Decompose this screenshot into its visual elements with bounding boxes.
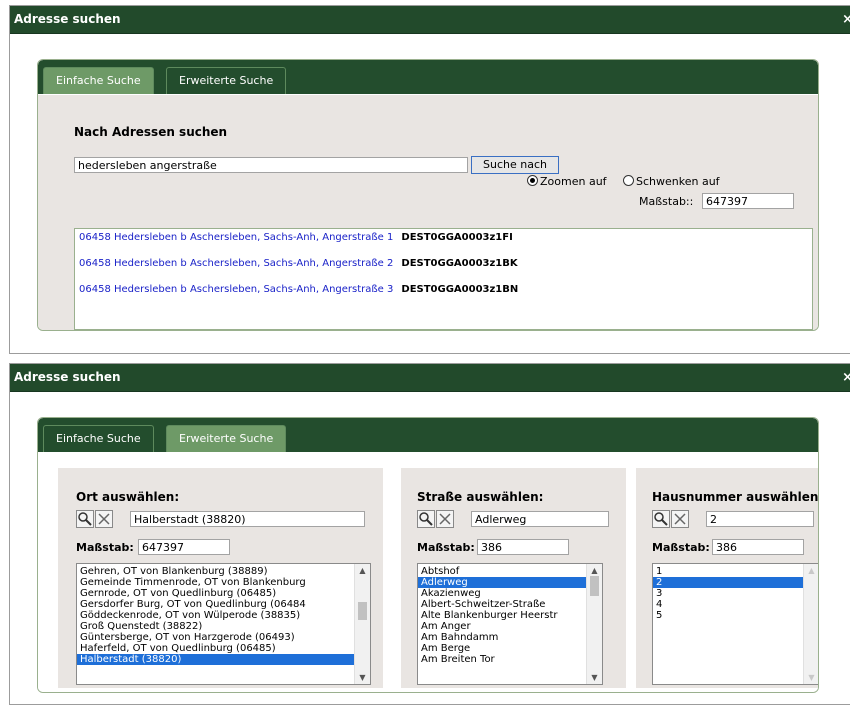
- pan-radio-label: Schwenken auf: [636, 175, 720, 188]
- hausnummer-column: Hausnummer auswählen Maßstab: 12345 ▲ ▼: [636, 468, 818, 688]
- scroll-down-icon[interactable]: ▼: [587, 673, 602, 682]
- strasse-list-item[interactable]: Am Breiten Tor: [418, 654, 602, 665]
- ort-list-item[interactable]: Groß Quenstedt (38822): [77, 621, 370, 632]
- dialog-titlebar[interactable]: Adresse suchen ×: [10, 364, 850, 392]
- result-item[interactable]: 06458 Hedersleben b Aschersleben, Sachs-…: [79, 232, 513, 243]
- ort-list-item[interactable]: Güntersberge, OT von Harzgerode (06493): [77, 632, 370, 643]
- address-search-input[interactable]: [74, 157, 468, 173]
- tab-bar: Einfache Suche Erweiterte Suche: [38, 60, 818, 94]
- hausnummer-list-item[interactable]: 4: [653, 599, 818, 610]
- hausnummer-list-item[interactable]: 3: [653, 588, 818, 599]
- ort-list-item[interactable]: Gemeinde Timmenrode, OT von Blankenburg: [77, 577, 370, 588]
- close-icon[interactable]: ×: [842, 6, 850, 33]
- hausnummer-scale-label: Maßstab:: [652, 541, 710, 554]
- result-address[interactable]: 06458 Hedersleben b Aschersleben, Sachs-…: [79, 232, 393, 243]
- result-address[interactable]: 06458 Hedersleben b Aschersleben, Sachs-…: [79, 258, 393, 269]
- scroll-up-icon[interactable]: ▲: [804, 566, 818, 575]
- result-address[interactable]: 06458 Hedersleben b Aschersleben, Sachs-…: [79, 284, 393, 295]
- ort-list-item[interactable]: Haferfeld, OT von Quedlinburg (06485): [77, 643, 370, 654]
- dialog-titlebar[interactable]: Adresse suchen ×: [10, 6, 850, 34]
- close-icon[interactable]: ×: [842, 364, 850, 391]
- ort-list-item[interactable]: Gernrode, OT von Quedlinburg (06485): [77, 588, 370, 599]
- scroll-thumb[interactable]: [358, 602, 367, 620]
- scroll-up-icon[interactable]: ▲: [355, 566, 370, 575]
- ort-list-item[interactable]: Gehren, OT von Blankenburg (38889): [77, 566, 370, 577]
- tab-einfache-suche[interactable]: Einfache Suche: [43, 425, 154, 452]
- ort-items: Gehren, OT von Blankenburg (38889) Gemein…: [77, 564, 370, 665]
- tab-bar: Einfache Suche Erweiterte Suche: [38, 418, 818, 452]
- clear-icon[interactable]: [671, 510, 689, 528]
- tab-einfache-suche[interactable]: Einfache Suche: [43, 67, 154, 94]
- strasse-list-item[interactable]: Albert-Schweitzer-Straße: [418, 599, 602, 610]
- ort-scrollbar[interactable]: ▲ ▼: [354, 564, 370, 684]
- hausnummer-list-item[interactable]: 5: [653, 610, 818, 621]
- ort-list-item[interactable]: Gersdorfer Burg, OT von Quedlinburg (064…: [77, 599, 370, 610]
- section-heading: Nach Adressen suchen: [74, 125, 228, 139]
- ort-scale-input[interactable]: [138, 539, 230, 555]
- address-search-dialog-simple: Adresse suchen × Einfache Suche Erweiter…: [9, 5, 850, 354]
- ort-list-item[interactable]: Halberstadt (38820): [77, 654, 370, 665]
- zoom-radio-label: Zoomen auf: [540, 175, 607, 188]
- search-panel: Einfache Suche Erweiterte Suche Nach Adr…: [37, 59, 819, 331]
- dialog-title: Adresse suchen: [14, 370, 121, 384]
- strasse-list-item[interactable]: Am Bahndamm: [418, 632, 602, 643]
- ort-input[interactable]: [130, 511, 365, 527]
- hausnummer-input[interactable]: [706, 511, 814, 527]
- ort-column: Ort auswählen: Maßstab: Gehren, OT von B…: [58, 468, 383, 688]
- strasse-list-item[interactable]: Am Berge: [418, 643, 602, 654]
- strasse-items: Abtshof Adlerweg Akazienweg Albert-Schweitz…: [418, 564, 602, 665]
- result-item[interactable]: 06458 Hedersleben b Aschersleben, Sachs-…: [79, 284, 518, 295]
- strasse-list-item[interactable]: Am Anger: [418, 621, 602, 632]
- ort-scale-label: Maßstab:: [76, 541, 134, 554]
- hausnummer-items: 12345: [653, 564, 818, 621]
- ort-listbox[interactable]: Gehren, OT von Blankenburg (38889) Gemein…: [76, 563, 371, 685]
- scale-label: Maßstab::: [639, 195, 694, 208]
- result-code: DEST0GGA0003z1BK: [401, 258, 518, 269]
- tab-content: Nach Adressen suchen Suche nach Zoomen a…: [38, 95, 818, 330]
- strasse-scale-input[interactable]: [477, 539, 569, 555]
- scroll-thumb[interactable]: [590, 576, 599, 596]
- hausnummer-listbox[interactable]: 12345 ▲ ▼: [652, 563, 818, 685]
- tab-erweiterte-suche[interactable]: Erweiterte Suche: [166, 425, 287, 452]
- ort-list-item[interactable]: Göddeckenrode, OT von Wülperode (38835): [77, 610, 370, 621]
- search-panel: Einfache Suche Erweiterte Suche Ort ausw…: [37, 417, 819, 693]
- dialog-title: Adresse suchen: [14, 12, 121, 26]
- strasse-heading: Straße auswählen:: [417, 490, 544, 504]
- strasse-scale-label: Maßstab:: [417, 541, 475, 554]
- clear-icon[interactable]: [436, 510, 454, 528]
- search-street-icon[interactable]: [417, 510, 435, 528]
- search-number-icon[interactable]: [652, 510, 670, 528]
- hausnummer-scrollbar[interactable]: ▲ ▼: [803, 564, 818, 684]
- hausnummer-list-item[interactable]: 1: [653, 566, 818, 577]
- search-button[interactable]: Suche nach: [471, 156, 559, 174]
- strasse-list-item[interactable]: Adlerweg: [418, 577, 602, 588]
- result-code: DEST0GGA0003z1BN: [401, 284, 519, 295]
- hausnummer-scale-input[interactable]: [712, 539, 804, 555]
- search-place-icon[interactable]: [76, 510, 94, 528]
- results-list: 06458 Hedersleben b Aschersleben, Sachs-…: [74, 228, 813, 330]
- strasse-list-item[interactable]: Abtshof: [418, 566, 602, 577]
- address-search-dialog-advanced: Adresse suchen × Einfache Suche Erweiter…: [9, 363, 850, 705]
- ort-heading: Ort auswählen:: [76, 490, 180, 504]
- strasse-input[interactable]: [471, 511, 609, 527]
- strasse-list-item[interactable]: Alte Blankenburger Heerstr: [418, 610, 602, 621]
- tab-erweiterte-suche[interactable]: Erweiterte Suche: [166, 67, 287, 94]
- pan-radio[interactable]: [623, 175, 634, 186]
- hausnummer-heading: Hausnummer auswählen: [652, 490, 819, 504]
- scroll-down-icon[interactable]: ▼: [355, 673, 370, 682]
- zoom-radio[interactable]: [527, 175, 538, 186]
- strasse-column: Straße auswählen: Maßstab: AbtshofAdlerw…: [401, 468, 626, 688]
- result-code: DEST0GGA0003z1FI: [401, 232, 513, 243]
- strasse-listbox[interactable]: Abtshof Adlerweg Akazienweg Albert-Schweitz…: [417, 563, 603, 685]
- hausnummer-list-item[interactable]: 2: [653, 577, 818, 588]
- strasse-list-item[interactable]: Akazienweg: [418, 588, 602, 599]
- scroll-down-icon[interactable]: ▼: [804, 673, 818, 682]
- clear-icon[interactable]: [95, 510, 113, 528]
- result-item[interactable]: 06458 Hedersleben b Aschersleben, Sachs-…: [79, 258, 518, 269]
- strasse-scrollbar[interactable]: ▲ ▼: [586, 564, 602, 684]
- scroll-up-icon[interactable]: ▲: [587, 566, 602, 575]
- scale-input[interactable]: [702, 193, 794, 209]
